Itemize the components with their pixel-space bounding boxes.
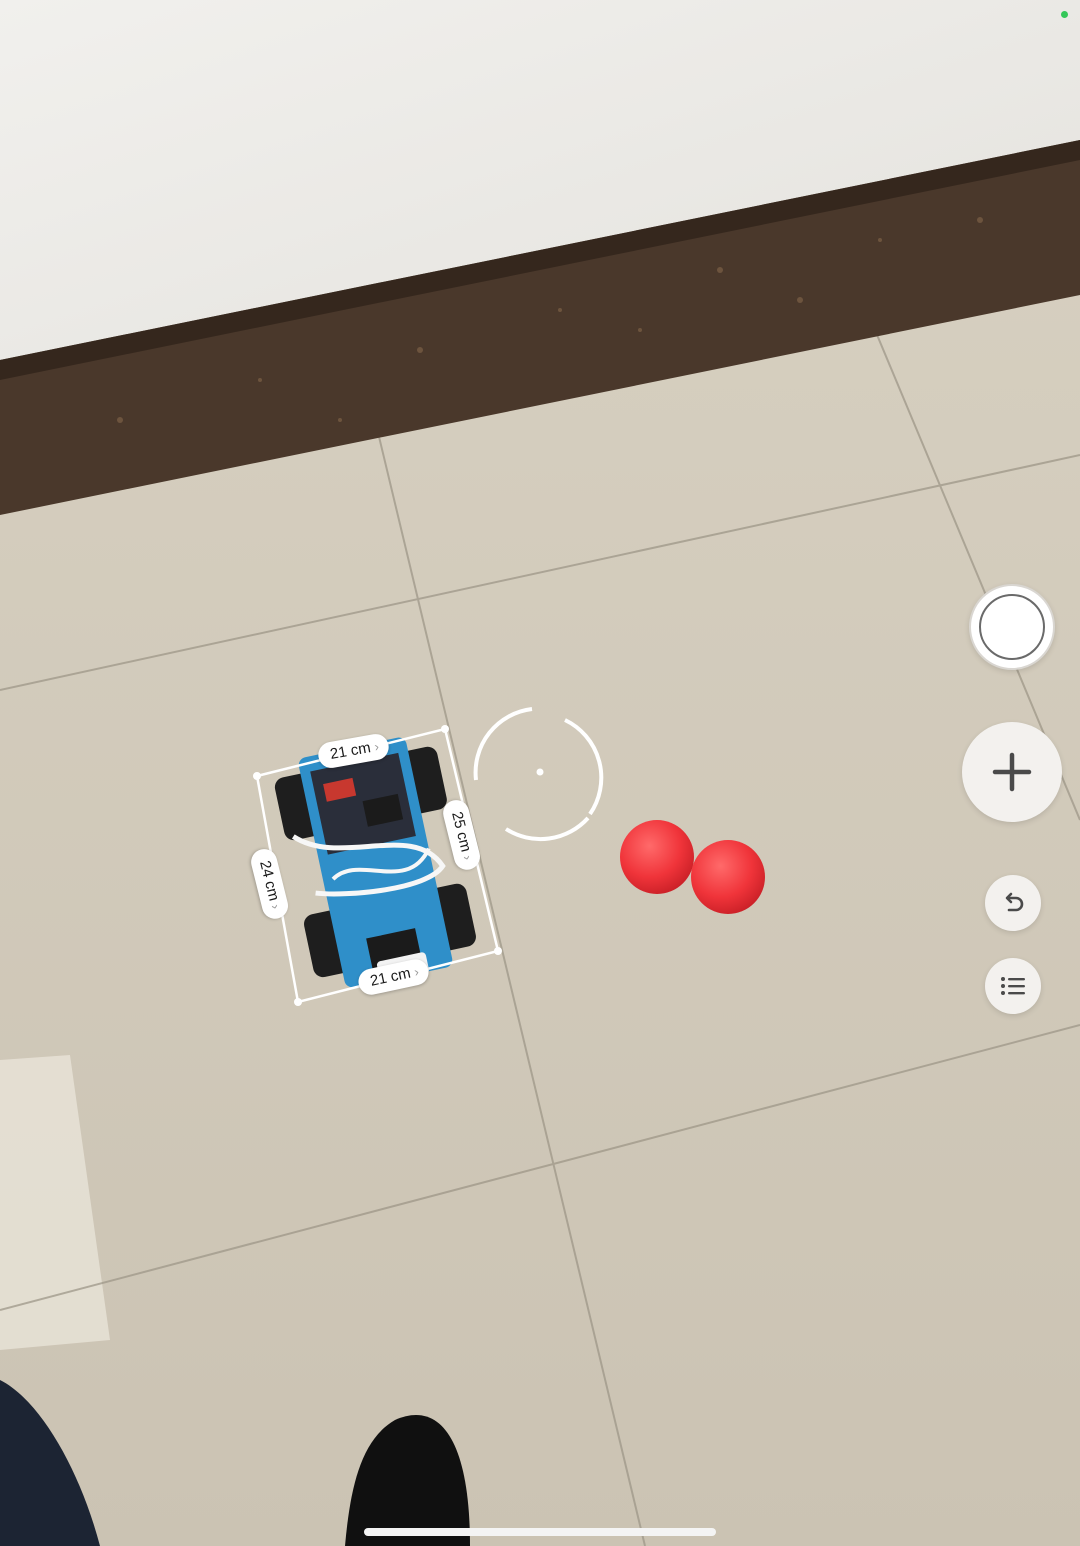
measurements-list-button[interactable]	[985, 958, 1041, 1014]
camera-feed	[0, 0, 1080, 1546]
chevron-right-icon: ›	[373, 738, 381, 755]
chevron-right-icon: ›	[267, 902, 284, 911]
list-icon	[1001, 977, 1025, 995]
chevron-right-icon: ›	[459, 853, 476, 862]
home-indicator[interactable]	[364, 1528, 716, 1536]
chevron-right-icon: ›	[412, 963, 421, 980]
camera-in-use-indicator	[1061, 11, 1068, 18]
undo-arrow-icon	[1005, 892, 1024, 912]
plus-icon	[992, 752, 1032, 792]
capture-button[interactable]	[969, 584, 1055, 670]
ar-camera-view: 21 cm › 25 cm › 24 cm › 21 cm ›	[0, 0, 1080, 1546]
shutter-circle-icon	[979, 594, 1045, 660]
add-point-button[interactable]	[962, 722, 1062, 822]
undo-button[interactable]	[985, 875, 1041, 931]
